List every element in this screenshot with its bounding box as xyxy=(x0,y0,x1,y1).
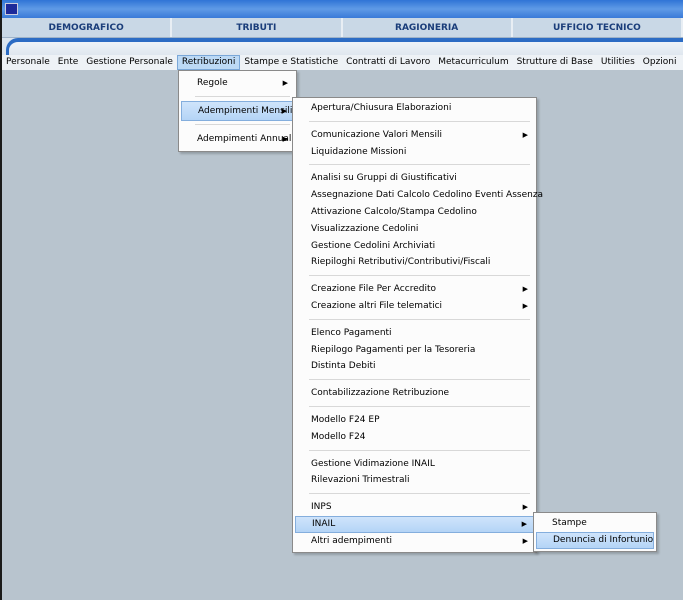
menu-item-label: Attivazione Calcolo/Stampa Cedolino xyxy=(311,206,477,217)
menu-item-label: Apertura/Chiusura Elaborazioni xyxy=(311,103,452,113)
menu-separator xyxy=(295,402,534,412)
menu-separator xyxy=(295,446,534,456)
retribuzioni-menu: Regole ▶ Adempimenti Mensili ▶ Adempimenti A… xyxy=(178,70,297,152)
module-tab-ragioneria[interactable]: RAGIONERIA xyxy=(343,18,513,37)
menu-separator xyxy=(295,117,534,127)
menu-item-modello-f24[interactable]: Modello F24 xyxy=(295,429,534,446)
menubar-item-opzioni[interactable]: Opzioni xyxy=(639,55,681,70)
menu-separator xyxy=(295,315,534,325)
submenu-arrow-icon: ▶ xyxy=(522,503,528,512)
menu-item-rilevazioni-trimestrali[interactable]: Rilevazioni Trimestrali xyxy=(295,472,534,489)
menu-item-label: Modello F24 EP xyxy=(311,414,380,425)
submenu-arrow-icon: ▶ xyxy=(522,130,528,139)
menu-item-stampe[interactable]: Stampe xyxy=(536,515,654,532)
menu-item-label: Regole xyxy=(197,78,228,88)
menu-separator xyxy=(295,160,534,170)
menu-item-label: Assegnazione Dati Calcolo Cedolino Event… xyxy=(311,190,544,201)
menu-item-label: Liquidazione Missioni xyxy=(311,146,407,157)
submenu-arrow-icon: ▶ xyxy=(522,536,528,545)
menu-item-label: Riepiloghi Retributivi/Contributivi/Fisc… xyxy=(311,257,491,268)
module-tab-ufficio-tecnico[interactable]: UFFICIO TECNICO xyxy=(513,18,683,37)
submenu-arrow-icon: ▶ xyxy=(281,107,287,115)
menu-bar: Personale Ente Gestione Personale Retribuzi… xyxy=(2,55,683,70)
menu-item-apertura-chiusura-elaborazioni[interactable]: Apertura/Chiusura Elaborazioni xyxy=(295,100,534,117)
menubar-item-personale[interactable]: Personale xyxy=(2,55,54,70)
menu-item-label: Stampe xyxy=(552,518,587,528)
menu-item-label: Creazione altri File telematici xyxy=(311,300,443,311)
menubar-item-stampe-e-statistiche[interactable]: Stampe e Statistiche xyxy=(240,55,342,70)
menu-item-regole[interactable]: Regole ▶ xyxy=(181,73,294,93)
menu-item-adempimenti-annuali[interactable]: Adempimenti Annuali ▶ xyxy=(181,129,294,149)
menu-item-inail[interactable]: INAIL ▶ xyxy=(295,515,534,533)
window-edge xyxy=(0,0,2,600)
menu-item-label: Gestione Cedolini Archiviati xyxy=(311,240,436,251)
menu-item-label: Rilevazioni Trimestrali xyxy=(311,475,410,486)
header-decoration xyxy=(2,38,683,55)
submenu-arrow-icon: ▶ xyxy=(282,79,288,87)
menubar-item-contratti-di-lavoro[interactable]: Contratti di Lavoro xyxy=(342,55,434,70)
menu-item-assegnazione-dati-calcolo-cedolino-eventi-assenza[interactable]: Assegnazione Dati Calcolo Cedolino Event… xyxy=(295,187,543,204)
menu-item-label: Creazione File Per Accredito xyxy=(311,284,436,295)
menubar-item-ente[interactable]: Ente xyxy=(54,55,82,70)
menu-item-label: Adempimenti Mensili xyxy=(198,106,293,116)
menu-separator xyxy=(181,121,294,129)
menu-item-label: Adempimenti Annuali xyxy=(197,134,294,144)
menu-item-label: Visualizzazione Cedolini xyxy=(311,223,419,234)
menu-item-label: Analisi su Gruppi di Giustificativi xyxy=(311,173,457,184)
module-tabs: DEMOGRAFICO TRIBUTI RAGIONERIA UFFICIO TECN… xyxy=(2,18,683,38)
menu-separator xyxy=(295,271,534,281)
menubar-item-utilities[interactable]: Utilities xyxy=(597,55,639,70)
menu-item-visualizzazione-cedolini[interactable]: Visualizzazione Cedolini xyxy=(295,221,534,238)
menubar-item-strutture-di-base[interactable]: Strutture di Base xyxy=(513,55,597,70)
menu-item-attivazione-calcolo-stampa-cedolino[interactable]: Attivazione Calcolo/Stampa Cedolino xyxy=(295,204,534,221)
menu-item-label: Comunicazione Valori Mensili xyxy=(311,129,443,140)
module-tab-demografico[interactable]: DEMOGRAFICO xyxy=(2,18,173,37)
module-tab-tributi[interactable]: TRIBUTI xyxy=(172,18,343,37)
menu-item-riepilogo-pagamenti-per-la-tesoreria[interactable]: Riepilogo Pagamenti per la Tesoreria xyxy=(295,342,534,359)
menu-item-elenco-pagamenti[interactable]: Elenco Pagamenti xyxy=(295,325,534,342)
menu-item-label: Modello F24 xyxy=(311,431,366,442)
menu-item-analisi-su-gruppi-di-giustificativi[interactable]: Analisi su Gruppi di Giustificativi xyxy=(295,170,534,187)
menu-item-label: INAIL xyxy=(312,518,336,529)
menu-item-distinta-debiti[interactable]: Distinta Debiti xyxy=(295,358,534,375)
menu-item-creazione-file-per-accredito[interactable]: Creazione File Per Accredito ▶ xyxy=(295,281,534,298)
menu-separator xyxy=(295,489,534,499)
submenu-arrow-icon: ▶ xyxy=(522,301,528,310)
menubar-item-gestione-personale[interactable]: Gestione Personale xyxy=(82,55,177,70)
menu-item-denuncia-di-infortunio[interactable]: Denuncia di Infortunio xyxy=(536,531,654,549)
inail-menu: Stampe Denuncia di Infortunio xyxy=(533,512,657,552)
adempimenti-mensili-menu: Apertura/Chiusura Elaborazioni Comunicazi… xyxy=(292,97,543,553)
menu-item-label: Riepilogo Pagamenti per la Tesoreria xyxy=(311,344,476,355)
menu-item-gestione-vidimazione-inail[interactable]: Gestione Vidimazione INAIL xyxy=(295,456,534,473)
title-bar xyxy=(2,0,683,18)
menu-item-adempimenti-mensili[interactable]: Adempimenti Mensili ▶ xyxy=(181,101,294,121)
menu-item-label: Denuncia di Infortunio xyxy=(553,534,654,545)
menu-item-label: INPS xyxy=(311,502,332,513)
menu-item-inps[interactable]: INPS ▶ xyxy=(295,499,534,516)
menu-item-altri-adempimenti[interactable]: Altri adempimenti ▶ xyxy=(295,533,534,550)
menu-item-label: Elenco Pagamenti xyxy=(311,327,392,338)
menubar-item-retribuzioni[interactable]: Retribuzioni xyxy=(176,55,241,70)
menu-item-modello-f24-ep[interactable]: Modello F24 EP xyxy=(295,412,534,429)
submenu-arrow-icon: ▶ xyxy=(522,285,528,294)
menu-item-comunicazione-valori-mensili[interactable]: Comunicazione Valori Mensili ▶ xyxy=(295,127,534,144)
menu-item-label: Altri adempimenti xyxy=(311,535,393,546)
menu-item-gestione-cedolini-archiviati[interactable]: Gestione Cedolini Archiviati xyxy=(295,238,534,255)
menu-item-liquidazione-missioni[interactable]: Liquidazione Missioni xyxy=(295,144,534,161)
menu-item-contabilizzazione-retribuzione[interactable]: Contabilizzazione Retribuzione xyxy=(295,385,534,402)
menu-item-riepiloghi-retributivi-contributivi-fiscali[interactable]: Riepiloghi Retributivi/Contributivi/Fisc… xyxy=(295,254,534,271)
menu-item-label: Contabilizzazione Retribuzione xyxy=(311,388,450,399)
app-icon xyxy=(5,3,18,15)
menu-separator xyxy=(295,375,534,385)
menu-item-creazione-altri-file-telematici[interactable]: Creazione altri File telematici ▶ xyxy=(295,298,534,315)
submenu-arrow-icon: ▶ xyxy=(282,135,288,143)
submenu-arrow-icon: ▶ xyxy=(521,519,527,528)
menu-separator xyxy=(181,93,294,101)
menu-item-label: Gestione Vidimazione INAIL xyxy=(311,458,435,469)
menu-item-label: Distinta Debiti xyxy=(311,361,376,372)
menubar-item-metacurriculum[interactable]: Metacurriculum xyxy=(434,55,512,70)
